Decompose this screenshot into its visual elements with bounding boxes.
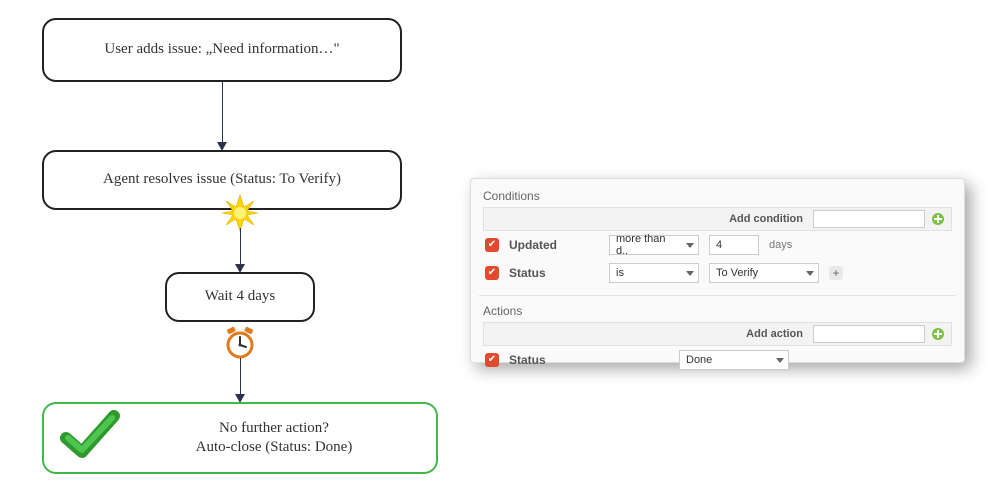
diagram-stage: User adds issue: „Need information…" Age… [0, 0, 1000, 501]
action-row-status: ✔ Status Done [483, 346, 952, 374]
add-condition-select[interactable] [813, 210, 925, 228]
value-select[interactable]: Done [679, 350, 789, 370]
add-icon[interactable]: + [829, 266, 843, 280]
add-icon[interactable] [931, 212, 945, 226]
condition-row-updated: ✔ Updated more than d.. 4 days [483, 231, 952, 259]
value-input[interactable]: 4 [709, 235, 759, 255]
flow-step-label: Wait 4 days [205, 287, 275, 307]
flow-step-label: User adds issue: „Need information…" [104, 40, 339, 60]
connector [222, 82, 223, 142]
connector [240, 228, 241, 264]
add-condition-label: Add condition [729, 213, 803, 225]
rules-panel: Conditions Add condition ✔ Updated more … [470, 178, 965, 363]
value-select[interactable]: To Verify [709, 263, 819, 283]
connector [240, 358, 241, 394]
flow-step-user-adds-issue: User adds issue: „Need information…" [42, 18, 402, 82]
condition-field-label: Status [509, 266, 599, 280]
operator-select[interactable]: is [609, 263, 699, 283]
flow-step-label: Auto-close (Status: Done) [196, 438, 353, 458]
select-text: is [616, 267, 624, 279]
chevron-down-icon [806, 271, 814, 276]
add-condition-bar: Add condition [483, 207, 952, 231]
flow-step-label: Agent resolves issue (Status: To Verify) [103, 170, 341, 190]
sun-icon [220, 193, 260, 233]
actions-heading: Actions [483, 304, 952, 318]
condition-field-label: Updated [509, 238, 599, 252]
condition-row-status: ✔ Status is To Verify + [483, 259, 952, 287]
checkbox-icon[interactable]: ✔ [485, 266, 499, 280]
clock-icon [222, 325, 258, 361]
add-action-label: Add action [746, 328, 803, 340]
action-field-label: Status [509, 353, 599, 367]
chevron-down-icon [776, 358, 784, 363]
input-text: 4 [716, 239, 722, 251]
operator-select[interactable]: more than d.. [609, 235, 699, 255]
checkmark-icon [60, 410, 120, 460]
flow-step-label: No further action? [196, 419, 353, 439]
divider [479, 295, 956, 296]
add-action-bar: Add action [483, 322, 952, 346]
unit-label: days [769, 239, 792, 251]
chevron-down-icon [686, 271, 694, 276]
chevron-down-icon [686, 243, 694, 248]
checkbox-icon[interactable]: ✔ [485, 353, 499, 367]
conditions-heading: Conditions [483, 189, 952, 203]
add-action-select[interactable] [813, 325, 925, 343]
add-icon[interactable] [931, 327, 945, 341]
select-text: To Verify [716, 267, 758, 279]
select-text: more than d.. [616, 233, 680, 257]
select-text: Done [686, 354, 712, 366]
flow-step-wait: Wait 4 days [165, 272, 315, 322]
checkbox-icon[interactable]: ✔ [485, 238, 499, 252]
